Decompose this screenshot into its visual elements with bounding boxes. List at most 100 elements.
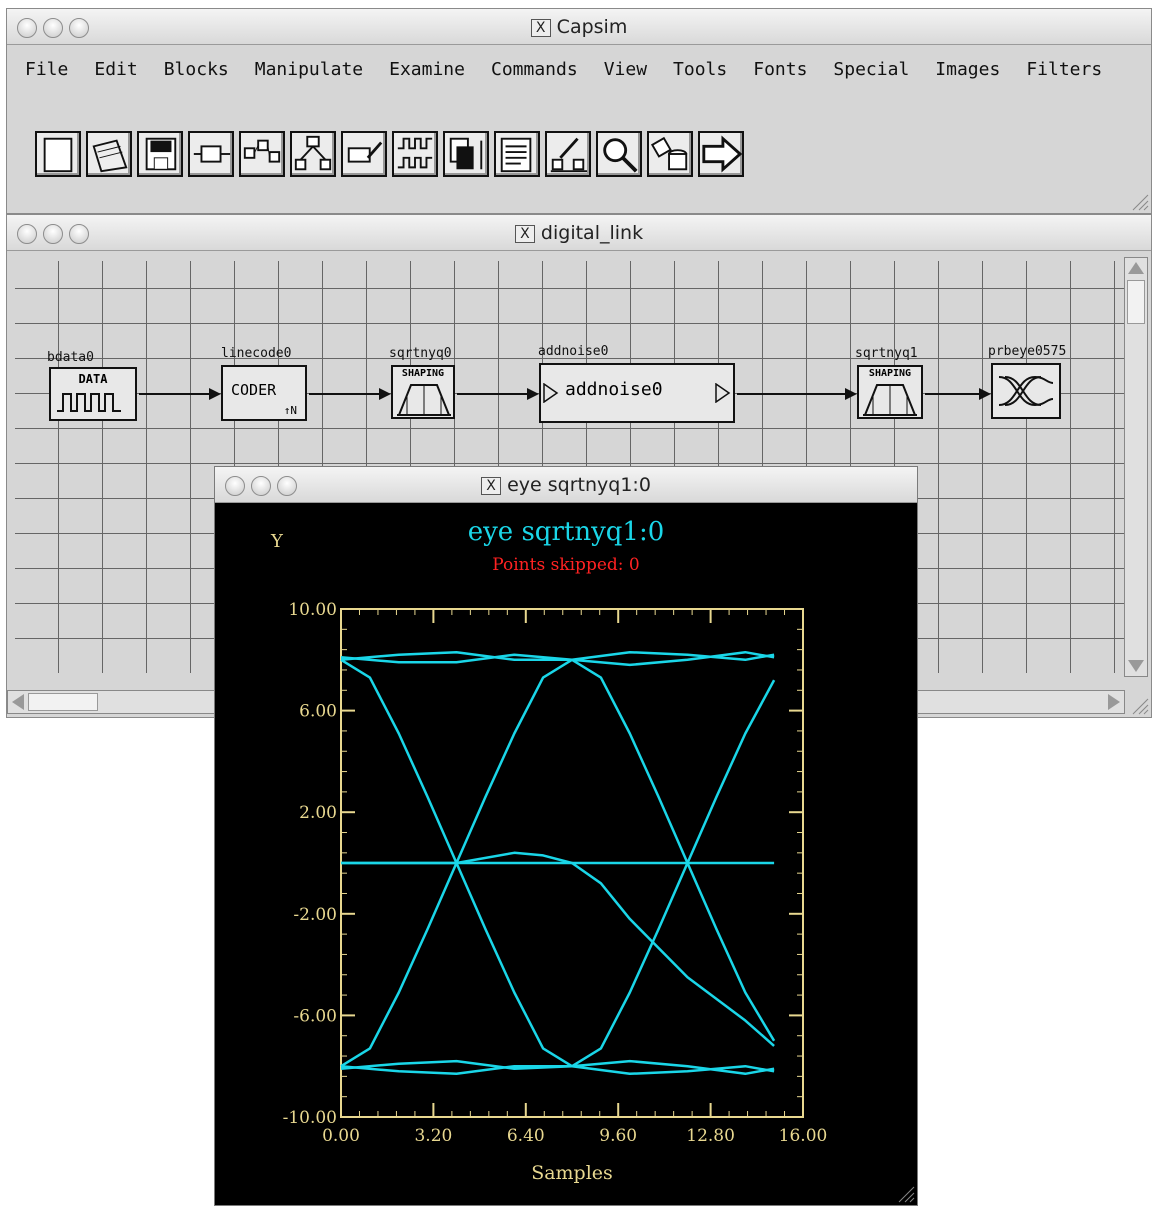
menu-fonts[interactable]: Fonts <box>753 59 807 80</box>
block-linecode0[interactable]: CODER ↑N <box>221 365 307 421</box>
scroll-thumb[interactable] <box>28 693 98 711</box>
eye-diagram-icon <box>998 375 1054 407</box>
x11-icon: X <box>530 19 551 37</box>
resize-grip-icon[interactable] <box>1129 695 1149 715</box>
capsim-titlebar[interactable]: X Capsim <box>7 9 1151 45</box>
connect-icon[interactable] <box>239 131 285 177</box>
shaping-text: SHAPING <box>868 368 912 379</box>
y-tick-label: 2.00 <box>299 803 337 823</box>
arrow-icon <box>527 388 539 400</box>
capsim-window: X Capsim File Edit Blocks Manipulate Examine C… <box>6 8 1152 214</box>
y-tick-label: -10.00 <box>283 1108 337 1128</box>
menu-images[interactable]: Images <box>935 59 1000 80</box>
block-label-prbeye0575: prbeye0575 <box>988 344 1067 359</box>
vertical-scrollbar[interactable] <box>1124 257 1148 677</box>
menu-manipulate[interactable]: Manipulate <box>255 59 363 80</box>
x-axis-label: Samples <box>531 1162 613 1184</box>
window-title: X Capsim <box>7 16 1151 38</box>
save-icon[interactable] <box>137 131 183 177</box>
menu-file[interactable]: File <box>25 59 68 80</box>
output-port-icon <box>715 383 731 403</box>
eye-diagram-chart[interactable]: 0.00 3.20 6.40 9.60 12.80 16.00 10.00 6.00 2.00 -… <box>215 503 917 1205</box>
scroll-right-icon[interactable] <box>1108 694 1120 710</box>
menu-tools[interactable]: Tools <box>673 59 727 80</box>
block-bdata0[interactable]: DATA <box>49 367 137 421</box>
pulse-train-icon <box>57 393 121 412</box>
window-title: Xdigital_link <box>7 222 1151 244</box>
block-sqrtnyq0[interactable]: SHAPING <box>391 365 455 419</box>
input-port-icon <box>543 383 559 403</box>
database-icon[interactable] <box>647 131 693 177</box>
scroll-thumb[interactable] <box>1127 280 1145 324</box>
eye-plot-window: Xeye sqrtnyq1:0 eye sqrtnyq1:0 Points sk… <box>214 466 918 1206</box>
wire[interactable] <box>457 393 529 395</box>
menu-special[interactable]: Special <box>833 59 909 80</box>
block-icon[interactable] <box>188 131 234 177</box>
menu-commands[interactable]: Commands <box>491 59 578 80</box>
resize-grip-icon[interactable] <box>895 1183 915 1203</box>
digital-link-title: digital_link <box>540 222 644 244</box>
y-tick-label: -6.00 <box>293 1006 337 1026</box>
coder-text: CODER <box>231 381 277 399</box>
eye-trace-line <box>571 658 776 1042</box>
search-icon[interactable] <box>596 131 642 177</box>
addnoise-text: addnoise0 <box>565 379 663 400</box>
toolbar <box>35 131 744 177</box>
y-tick-label: 6.00 <box>299 702 337 722</box>
y-tick-label: -2.00 <box>293 905 337 925</box>
x11-icon: X <box>514 225 535 243</box>
data-text: DATA <box>78 372 108 386</box>
coder-subtext: ↑N <box>283 404 297 417</box>
wire[interactable] <box>309 393 381 395</box>
menu-filters[interactable]: Filters <box>1026 59 1102 80</box>
chart-icon[interactable] <box>545 131 591 177</box>
scroll-down-icon[interactable] <box>1128 660 1144 672</box>
scroll-left-icon[interactable] <box>12 694 24 710</box>
wire[interactable] <box>139 393 211 395</box>
x-tick-label: 3.20 <box>414 1126 452 1146</box>
block-label-addnoise0: addnoise0 <box>538 344 609 359</box>
eye-titlebar[interactable]: Xeye sqrtnyq1:0 <box>215 467 917 503</box>
waveform-icon[interactable] <box>392 131 438 177</box>
scroll-up-icon[interactable] <box>1128 262 1144 274</box>
arrow-icon <box>979 388 991 400</box>
text-icon[interactable] <box>494 131 540 177</box>
arrow-icon <box>379 388 391 400</box>
wire[interactable] <box>737 393 847 395</box>
eye-trace-line <box>341 851 775 1047</box>
block-label-sqrtnyq1: sqrtnyq1 <box>855 346 918 361</box>
run-icon[interactable] <box>698 131 744 177</box>
wire[interactable] <box>925 393 981 395</box>
arrow-icon <box>845 388 857 400</box>
x-tick-label: 9.60 <box>599 1126 637 1146</box>
window-title: Xeye sqrtnyq1:0 <box>215 474 917 496</box>
filter-shape-icon <box>397 384 451 416</box>
x-tick-label: 16.00 <box>779 1126 828 1146</box>
block-sqrtnyq1[interactable]: SHAPING <box>857 365 923 419</box>
x-tick-label: 6.40 <box>507 1126 545 1146</box>
arrow-icon <box>209 388 221 400</box>
block-label-sqrtnyq0: sqrtnyq0 <box>389 346 452 361</box>
menu-blocks[interactable]: Blocks <box>164 59 229 80</box>
resize-grip-icon[interactable] <box>1129 191 1149 211</box>
digital-link-titlebar[interactable]: Xdigital_link <box>7 215 1151 251</box>
x11-icon: X <box>481 477 502 495</box>
filter-shape-icon <box>863 384 917 416</box>
x-tick-label: 0.00 <box>322 1126 360 1146</box>
menu-examine[interactable]: Examine <box>389 59 465 80</box>
new-icon[interactable] <box>35 131 81 177</box>
capsim-title: Capsim <box>556 16 628 38</box>
copy-icon[interactable] <box>443 131 489 177</box>
menu-edit[interactable]: Edit <box>94 59 137 80</box>
y-tick-label: 10.00 <box>288 600 337 620</box>
eye-trace-line <box>571 679 776 1068</box>
block-prbeye0575[interactable] <box>991 363 1061 419</box>
hierarchy-icon[interactable] <box>290 131 336 177</box>
eye-window-title: eye sqrtnyq1:0 <box>507 474 651 496</box>
menu-view[interactable]: View <box>604 59 647 80</box>
menu-bar: File Edit Blocks Manipulate Examine Commands V… <box>7 47 1151 91</box>
open-icon[interactable] <box>86 131 132 177</box>
block-addnoise0[interactable]: addnoise0 <box>539 363 735 423</box>
x-tick-label: 12.80 <box>686 1126 735 1146</box>
probe-icon[interactable] <box>341 131 387 177</box>
